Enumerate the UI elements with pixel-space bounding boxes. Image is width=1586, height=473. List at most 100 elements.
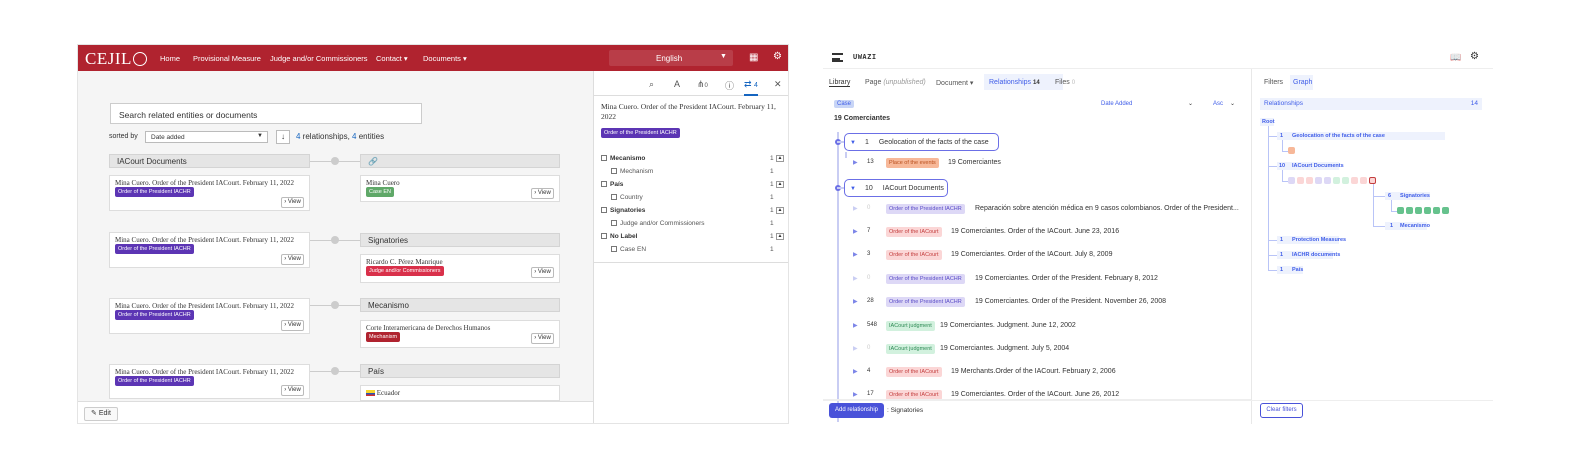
tab-library[interactable]: Library: [829, 79, 851, 87]
view-button[interactable]: › View: [281, 385, 304, 396]
relationship-row[interactable]: ▶ 0 Order of the President IACHR Reparac…: [853, 203, 1243, 217]
sort-direction-button[interactable]: ↓: [276, 130, 290, 144]
view-button[interactable]: › View: [281, 197, 304, 208]
search-related-input[interactable]: Search related entities or documents: [110, 103, 422, 124]
relationship-row[interactable]: ▶ 13 Place of the events 19 Comerciantes: [853, 157, 1243, 171]
relationship-row[interactable]: ▶ 0 IACourt judgment 19 Comerciantes. Ju…: [853, 343, 1243, 357]
relationship-row[interactable]: ▶ 0 Order of the President IACHR 19 Come…: [853, 273, 1243, 287]
connections-icon[interactable]: ⇄ 4: [744, 79, 758, 96]
expand-icon[interactable]: ▶: [853, 368, 858, 375]
nav-documents[interactable]: Documents ▾: [423, 54, 467, 63]
graph-node-mecanismo[interactable]: Mecanismo: [1400, 223, 1430, 229]
edit-button[interactable]: ✎ Edit: [84, 407, 118, 421]
close-icon[interactable]: ✕: [774, 79, 782, 90]
tab-relationships[interactable]: Relationships 14: [989, 79, 1040, 86]
relationship-row[interactable]: ▶ 4 Order of the IACourt 19 Merchants.Or…: [853, 366, 1243, 380]
doc-card[interactable]: Mina Cuero. Order of the President IACou…: [109, 364, 310, 399]
order-select[interactable]: Asc ⌄: [1209, 99, 1239, 111]
entity-card[interactable]: Corte Interamericana de Derechos Humanos…: [360, 320, 560, 348]
graph-node-iachr[interactable]: IACHR documents: [1292, 252, 1340, 258]
filter-judges[interactable]: Judge and/or Commissioners: [611, 220, 705, 227]
filter-mechanism[interactable]: Mechanism: [611, 168, 653, 175]
relationship-row[interactable]: ▶ 3 Order of the IACourt 19 Comerciantes…: [853, 249, 1243, 263]
chevron-up-icon[interactable]: ▲: [776, 233, 784, 240]
graph-node-protection[interactable]: Protection Measures: [1292, 237, 1346, 243]
doc-card[interactable]: Mina Cuero. Order of the President IACou…: [109, 298, 310, 334]
expand-icon[interactable]: ▶: [853, 275, 858, 282]
language-select[interactable]: English: [656, 54, 682, 63]
expand-icon[interactable]: ▶: [853, 345, 858, 352]
graph-node-geolocation[interactable]: Geolocation of the facts of the case: [1292, 133, 1385, 139]
relationship-row[interactable]: ▶ 548 IACourt judgment 19 Comerciantes. …: [853, 320, 1243, 334]
info-icon[interactable]: ⓘ: [725, 79, 734, 92]
filter-case-en[interactable]: Case EN: [611, 246, 646, 253]
chevron-up-icon[interactable]: ▲: [776, 181, 784, 188]
view-button[interactable]: › View: [281, 320, 304, 331]
gear-icon[interactable]: ⚙: [1470, 51, 1479, 62]
expand-icon[interactable]: ▶: [853, 298, 858, 305]
chevron-up-icon[interactable]: ▲: [776, 155, 784, 162]
tab-graph[interactable]: Graph: [1293, 79, 1312, 86]
hierarchy-icon[interactable]: ⋔0: [697, 79, 708, 90]
book-icon[interactable]: 📖: [1450, 52, 1461, 63]
tab-page[interactable]: Page (unpublished): [865, 79, 926, 86]
expand-icon[interactable]: ▶: [853, 205, 858, 212]
view-button[interactable]: › View: [531, 267, 554, 278]
filter-count: 1: [770, 168, 774, 175]
uwazi-logo: UWAZI: [853, 53, 877, 61]
sort-select[interactable]: Date Added ⌄: [1097, 99, 1197, 111]
filter-no-label[interactable]: No Label: [601, 233, 637, 240]
expand-icon[interactable]: ▶: [853, 391, 858, 398]
node-square-selected[interactable]: [1369, 177, 1376, 184]
filter-mecanismo[interactable]: Mecanismo: [601, 155, 645, 162]
tab-files[interactable]: Files 0: [1055, 79, 1075, 86]
nav-contact[interactable]: Contact ▾: [376, 54, 408, 63]
graph-node-iacourt[interactable]: IACourt Documents: [1292, 163, 1344, 169]
cejil-logo[interactable]: CEJIL: [85, 49, 147, 69]
view-button[interactable]: › View: [281, 254, 304, 265]
filter-signatories[interactable]: Signatories: [601, 207, 645, 214]
chevron-up-icon[interactable]: ▲: [776, 207, 784, 214]
group-iacourt-documents[interactable]: ▼ 10 IACourt Documents: [844, 179, 948, 197]
clear-filters-button[interactable]: Clear filters: [1260, 403, 1303, 418]
doc-title: Mina Cuero. Order of the President IACou…: [115, 302, 294, 310]
filter-country[interactable]: Country: [611, 194, 643, 201]
entity-title: Ricardo C. Pérez Manrique: [366, 258, 443, 266]
row-title: 19 Comerciantes: [948, 159, 1001, 166]
nav-home[interactable]: Home: [160, 54, 180, 63]
expand-icon[interactable]: ▶: [853, 251, 858, 258]
entity-card[interactable]: Ricardo C. Pérez Manrique Judge and/or C…: [360, 254, 560, 283]
view-button[interactable]: › View: [531, 333, 554, 344]
font-icon[interactable]: A: [674, 79, 680, 89]
nav-provisional-measure[interactable]: Provisional Measure: [193, 54, 261, 63]
expand-icon[interactable]: ▶: [853, 159, 858, 166]
entity-card[interactable]: Ecuador: [360, 385, 560, 401]
relationship-row[interactable]: ▶ 28 Order of the President IACHR 19 Com…: [853, 296, 1243, 310]
chevron-down-icon: ⌄: [1229, 101, 1235, 107]
add-relationship-button[interactable]: Add relationship: [829, 403, 884, 418]
tab-filters[interactable]: Filters: [1264, 79, 1283, 86]
group-geolocation[interactable]: ▼ 1 Geolocation of the facts of the case: [844, 133, 999, 151]
template-badge: Order of the President IACHR: [115, 187, 194, 197]
side-panel: ⌕ A ⋔0 ⓘ ⇄ 4 ✕ Mina Cuero. Order of the …: [593, 71, 788, 423]
tab-document[interactable]: Document ▾: [936, 79, 973, 87]
template-badge: Order of the President IACHR: [886, 297, 965, 307]
sort-select[interactable]: Date added ▼: [145, 131, 268, 143]
expand-icon[interactable]: ▶: [853, 322, 858, 329]
search-icon[interactable]: ⌕: [649, 79, 654, 90]
filter-pais[interactable]: País: [601, 181, 623, 188]
gear-icon[interactable]: ⚙: [773, 51, 782, 62]
graph-node-signatories[interactable]: Signatories: [1400, 193, 1430, 199]
relationship-row[interactable]: ▶ 7 Order of the IACourt 19 Comerciantes…: [853, 226, 1243, 240]
graph-node-pais[interactable]: País: [1292, 267, 1303, 273]
node-square[interactable]: [1288, 147, 1295, 154]
entity-card[interactable]: Mina Cuero Case EN › View: [360, 175, 560, 202]
view-button[interactable]: › View: [531, 188, 554, 199]
expand-icon[interactable]: ▶: [853, 228, 858, 235]
doc-card[interactable]: Mina Cuero. Order of the President IACou…: [109, 175, 310, 211]
side-doc-title: Mina Cuero. Order of the President IACou…: [601, 102, 776, 121]
doc-card[interactable]: Mina Cuero. Order of the President IACou…: [109, 232, 310, 268]
apps-grid-icon[interactable]: ▦: [749, 52, 758, 63]
nav-judges[interactable]: Judge and/or Commissioners: [270, 54, 368, 63]
menu-icon[interactable]: [832, 53, 843, 62]
